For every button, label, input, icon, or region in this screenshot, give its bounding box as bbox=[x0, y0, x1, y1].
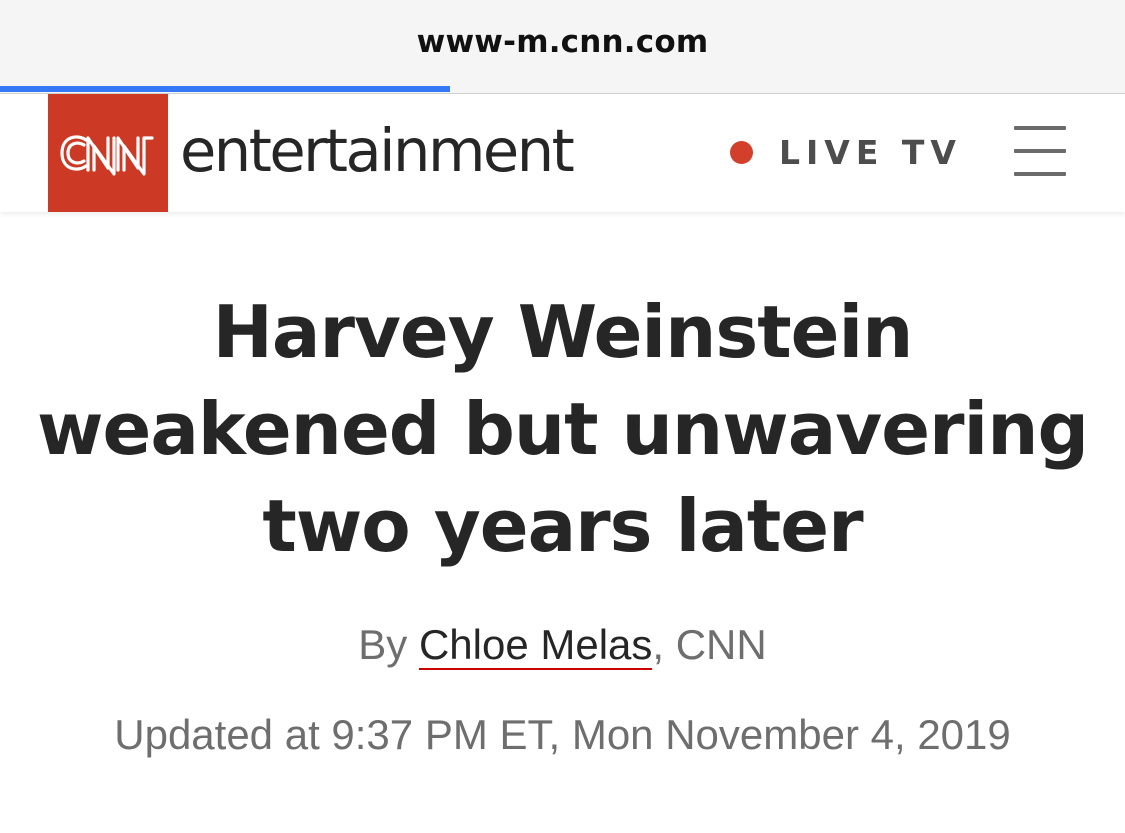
page-load-progress-fill bbox=[0, 86, 450, 92]
site-header: entertainment LIVE TV bbox=[0, 94, 1125, 212]
menu-line bbox=[1014, 126, 1066, 130]
updated-timestamp: Updated at 9:37 PM ET, Mon November 4, 2… bbox=[114, 711, 1011, 758]
browser-address-bar[interactable]: www-m.cnn.com bbox=[0, 0, 1125, 94]
byline: By Chloe Melas, CNN bbox=[0, 620, 1125, 670]
byline-source: , CNN bbox=[652, 621, 767, 668]
headline-line: weakened but unwavering bbox=[36, 387, 1089, 471]
cnn-logo-icon bbox=[60, 135, 154, 176]
headline-line: two years later bbox=[262, 484, 863, 568]
cnn-logo[interactable] bbox=[48, 94, 168, 212]
url-text[interactable]: www-m.cnn.com bbox=[0, 24, 1125, 60]
live-tv-label: LIVE TV bbox=[779, 132, 962, 172]
menu-line bbox=[1014, 149, 1066, 153]
section-name[interactable]: entertainment bbox=[180, 116, 575, 186]
menu-line bbox=[1014, 172, 1066, 176]
hamburger-menu-icon[interactable] bbox=[1006, 122, 1076, 182]
live-tv-button[interactable]: LIVE TV bbox=[730, 132, 962, 172]
live-indicator-icon bbox=[730, 140, 753, 164]
article-headline: Harvey Weinstein weakened but unwavering… bbox=[20, 284, 1105, 575]
byline-prefix: By bbox=[358, 621, 419, 668]
headline-line: Harvey Weinstein bbox=[212, 290, 914, 374]
author-link[interactable]: Chloe Melas bbox=[418, 621, 653, 670]
